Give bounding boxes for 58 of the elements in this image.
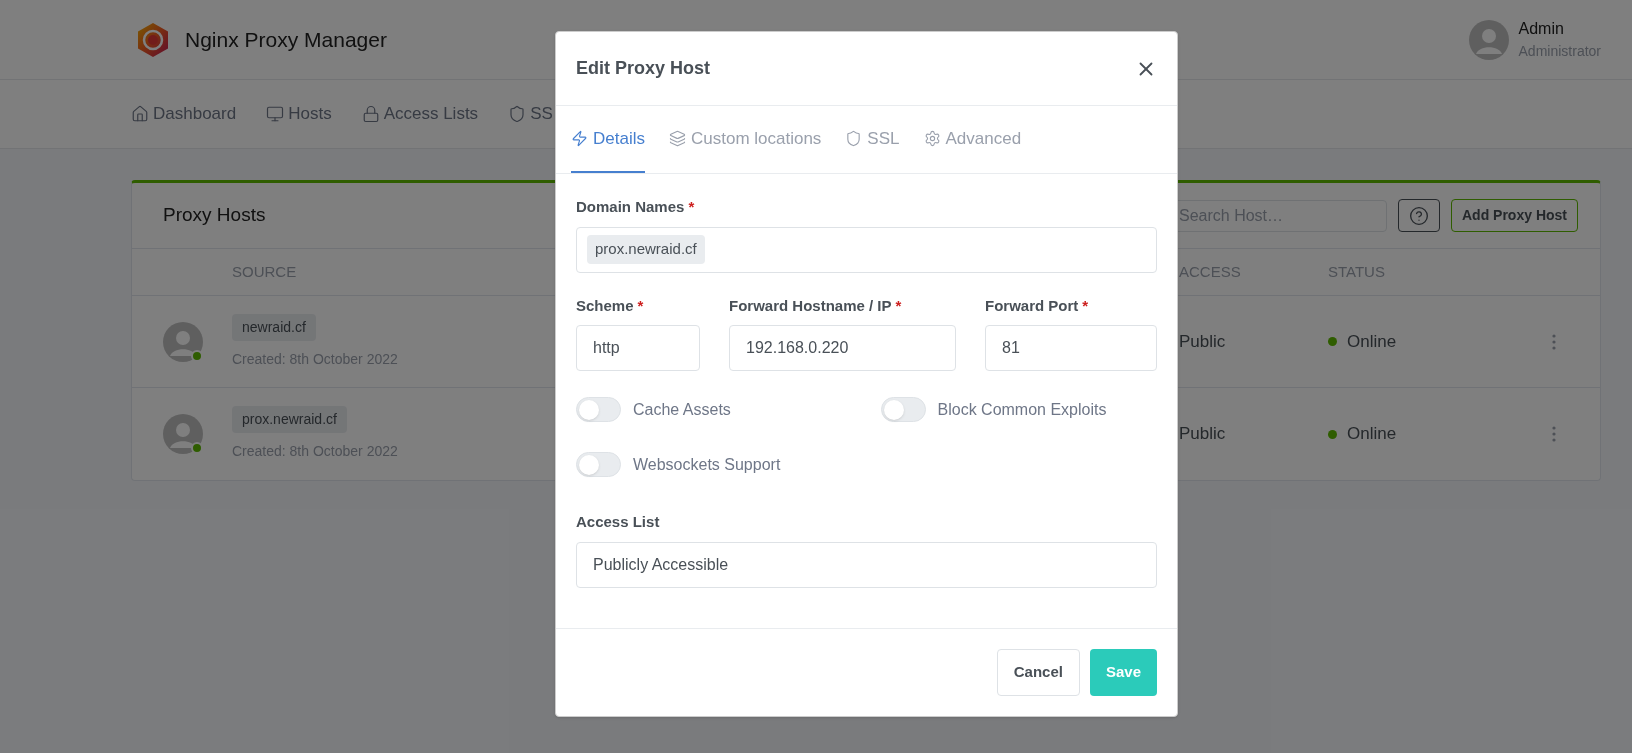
avatar-icon: [1468, 19, 1509, 60]
modal-title: Edit Proxy Host: [576, 57, 711, 80]
status-text: Online: [1347, 423, 1397, 446]
logo-icon: [135, 21, 171, 58]
domain-tag: prox.newraid.cf: [232, 406, 347, 433]
field-label: Forward Hostname / IP: [729, 295, 892, 316]
input-field[interactable]: http: [576, 325, 700, 371]
help-button[interactable]: [1398, 199, 1440, 232]
layers-icon: [668, 130, 686, 147]
shield-icon: [508, 105, 527, 123]
toggle-switch[interactable]: [576, 397, 621, 422]
nav-link[interactable]: SS: [508, 101, 553, 127]
card-title: Proxy Hosts: [163, 203, 266, 228]
required-mark: *: [1082, 295, 1089, 316]
nav-link[interactable]: Dashboard: [131, 101, 237, 127]
nav-link[interactable]: Access Lists: [361, 101, 479, 127]
field-label: Scheme: [576, 295, 634, 316]
input-field[interactable]: Publicly Accessible: [576, 541, 1157, 588]
domain-tag: newraid.cf: [232, 313, 316, 341]
user-name: Admin: [1518, 19, 1565, 39]
field-label: Access List: [576, 512, 660, 532]
status-text: Online: [1347, 330, 1397, 353]
avatar-icon: [163, 321, 203, 362]
home-icon: [131, 105, 149, 123]
add-proxy-host-button[interactable]: Add Proxy Host: [1451, 199, 1578, 232]
modal-tab[interactable]: Details: [571, 106, 645, 173]
field-label: Domain Names: [576, 197, 685, 217]
toggle-label: Cache Assets: [633, 399, 731, 420]
more-icon: [1552, 333, 1556, 350]
modal-tab[interactable]: SSL: [845, 106, 900, 173]
required-mark: *: [688, 197, 695, 217]
shield-icon: [845, 130, 863, 147]
input-field[interactable]: 192.168.0.220: [729, 325, 956, 371]
toggle-label: Block Common Exploits: [937, 399, 1107, 420]
avatar-icon: [163, 414, 203, 454]
more-icon: [1552, 426, 1556, 442]
toggle-label: Websockets Support: [633, 454, 781, 475]
access-cell-text: Public: [1179, 423, 1227, 446]
lightning-icon: [571, 130, 588, 147]
save-button[interactable]: Save: [1089, 648, 1157, 696]
input-field[interactable]: 81: [985, 325, 1157, 371]
lock-icon: [361, 105, 380, 123]
required-mark: *: [637, 295, 644, 316]
field-label: Forward Port: [985, 295, 1079, 316]
modal-tab[interactable]: Custom locations: [668, 106, 822, 173]
app-title: Nginx Proxy Manager: [185, 26, 387, 53]
monitor-icon: [266, 105, 285, 123]
domain-tag: prox.newraid.cf: [587, 235, 705, 264]
nav-link[interactable]: Hosts: [266, 101, 332, 127]
modal-tab[interactable]: Advanced: [923, 106, 1022, 173]
toggle-switch[interactable]: [576, 452, 621, 477]
toggle-switch[interactable]: [880, 397, 926, 422]
help-icon: [1409, 205, 1429, 226]
access-cell-text: Public: [1179, 330, 1227, 353]
domain-names-field[interactable]: prox.newraid.cf: [576, 226, 1157, 273]
cancel-button[interactable]: Cancel: [996, 648, 1080, 696]
required-mark: *: [895, 295, 902, 316]
gear-icon: [923, 130, 941, 147]
